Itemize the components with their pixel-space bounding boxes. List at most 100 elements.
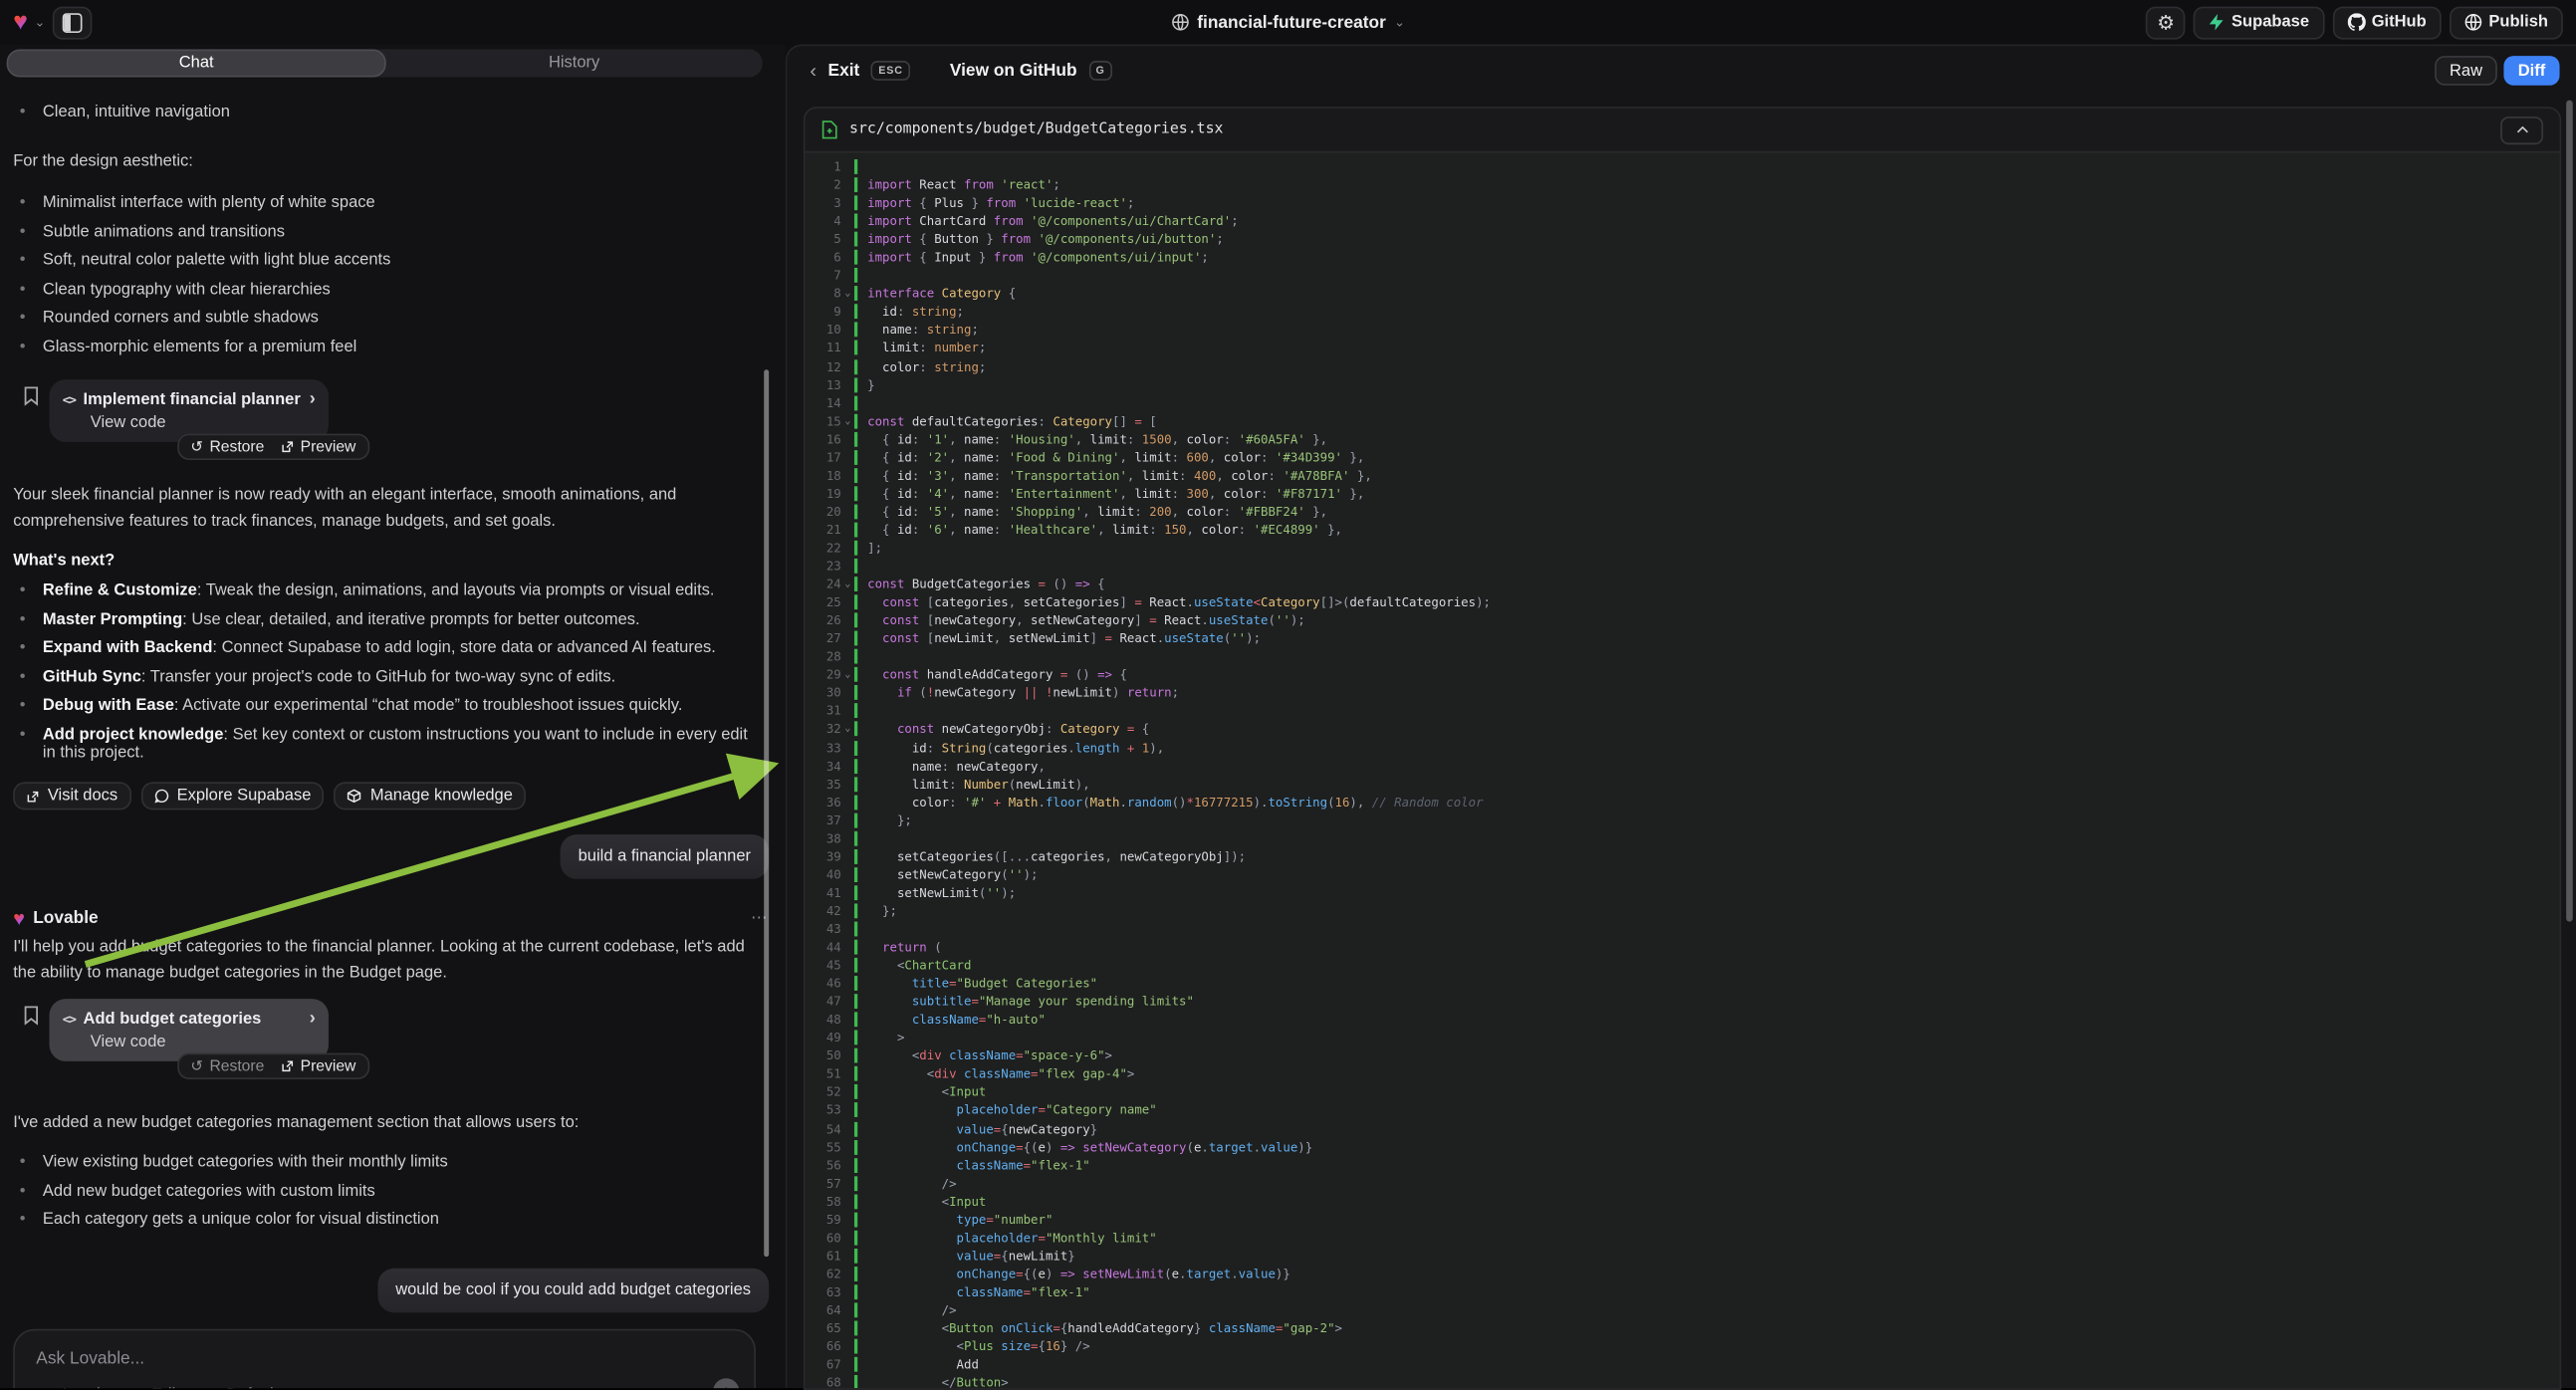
chevron-right-icon: › <box>310 389 316 409</box>
code-line: 9 id: string; <box>805 303 2559 321</box>
g-shortcut-badge: G <box>1088 61 1112 81</box>
code-line: 54 value={newCategory} <box>805 1119 2559 1137</box>
restore-icon: ↺ <box>190 439 202 454</box>
view-code-link[interactable]: View code <box>91 1034 316 1051</box>
code-line: 41 setNewLimit(''); <box>805 883 2559 901</box>
intro-bullet-list: Clean, intuitive navigation <box>13 104 749 132</box>
code-toolbar: ‹ Exit ESC View on GitHub G Raw Diff <box>787 46 2576 95</box>
code-line: 53 placeholder="Category name" <box>805 1101 2559 1119</box>
raw-toggle-button[interactable]: Raw <box>2435 56 2497 86</box>
code-line: 24⌄const BudgetCategories = () => { <box>805 576 2559 593</box>
restore-preview-pill: ↺Restore Preview <box>177 434 368 460</box>
file-header[interactable]: src/components/budget/BudgetCategories.t… <box>805 109 2559 151</box>
code-line: 4import ChartCard from '@/components/ui/… <box>805 212 2559 230</box>
code-line: 21 { id: '6', name: 'Healthcare', limit:… <box>805 521 2559 539</box>
code-line: 61 value={newLimit} <box>805 1247 2559 1265</box>
github-icon <box>2347 13 2365 31</box>
restore-button[interactable]: ↺Restore <box>190 1057 264 1075</box>
code-line: 59 type="number" <box>805 1211 2559 1229</box>
code-line: 49 > <box>805 1029 2559 1046</box>
bookmark-icon[interactable] <box>23 1006 39 1026</box>
code-line: 20 { id: '5', name: 'Shopping', limit: 2… <box>805 503 2559 521</box>
restore-preview-pill: ↺Restore Preview <box>177 1053 368 1079</box>
send-button[interactable]: ↑ <box>713 1378 739 1388</box>
external-link-icon <box>26 790 39 803</box>
code-line: 5import { Button } from '@/components/ui… <box>805 230 2559 248</box>
code-line: 6import { Input } from '@/components/ui/… <box>805 249 2559 267</box>
chat-bubble-icon <box>153 789 168 804</box>
next-step-item: Add project knowledge: Set key context o… <box>13 725 749 761</box>
exit-button[interactable]: Exit <box>828 61 860 81</box>
view-code-link[interactable]: View code <box>91 414 316 432</box>
publish-button[interactable]: Publish <box>2450 6 2563 39</box>
version-card-implement-financial-planner[interactable]: <> Implement financial planner › View co… <box>49 379 328 442</box>
chevron-up-icon <box>2516 126 2528 133</box>
code-scrollbar[interactable] <box>2566 101 2573 922</box>
preview-button[interactable]: Preview <box>281 438 356 456</box>
prompt-composer[interactable]: Ask Lovable... Attach <box>13 1329 756 1388</box>
code-line: 29⌄ const handleAddCategory = () => { <box>805 666 2559 684</box>
package-icon <box>348 789 362 804</box>
view-on-github-button[interactable]: View on GitHub <box>950 61 1077 81</box>
file-added-icon <box>821 119 837 139</box>
code-line: 58 <Input <box>805 1192 2559 1210</box>
code-line: 60 placeholder="Monthly limit" <box>805 1229 2559 1247</box>
list-item: Minimalist interface with plenty of whit… <box>13 194 749 212</box>
back-chevron-icon[interactable]: ‹ <box>810 59 817 82</box>
next-steps-list: Refine & Customize: Tweak the design, an… <box>13 581 749 772</box>
code-line: 1 <box>805 157 2559 175</box>
code-line: 37 }; <box>805 811 2559 829</box>
supabase-button[interactable]: Supabase <box>2194 6 2324 39</box>
list-item: Soft, neutral color palette with light b… <box>13 251 749 269</box>
next-step-item: Debug with Ease: Activate our experiment… <box>13 697 749 715</box>
code-line: 50 <div className="space-y-6"> <box>805 1046 2559 1064</box>
code-editor[interactable]: 1 2import React from 'react';3import { P… <box>805 151 2559 1388</box>
github-button[interactable]: GitHub <box>2332 6 2441 39</box>
app-root: ♥ ⌄ financial-future-creator ⌄ ⚙ Supabas… <box>0 0 2576 1388</box>
file-path: src/components/budget/BudgetCategories.t… <box>849 121 1223 137</box>
tab-chat[interactable]: Chat <box>7 49 386 77</box>
bookmark-icon[interactable] <box>23 386 39 406</box>
code-line: 68 </Button> <box>805 1374 2559 1389</box>
code-line: 51 <div className="flex gap-4"> <box>805 1065 2559 1083</box>
code-line: 10 name: string; <box>805 321 2559 339</box>
settings-button[interactable]: ⚙ <box>2146 6 2186 39</box>
list-item: Clean typography with clear hierarchies <box>13 280 749 298</box>
help-paragraph: I'll help you add budget categories to t… <box>13 935 749 986</box>
code-line: 33 id: String(categories.length + 1), <box>805 739 2559 757</box>
header-right: ⚙ Supabase GitHub Publish <box>2146 0 2563 45</box>
explore-supabase-button[interactable]: Explore Supabase <box>140 782 324 810</box>
code-line: 19 { id: '4', name: 'Entertainment', lim… <box>805 484 2559 502</box>
list-item: Rounded corners and subtle shadows <box>13 309 749 327</box>
code-line: 36 color: '#' + Math.floor(Math.random()… <box>805 793 2559 811</box>
chat-history-tabs: Chat History <box>7 49 763 77</box>
code-line: 27 const [newLimit, setNewLimit] = React… <box>805 629 2559 647</box>
list-item: View existing budget categories with the… <box>13 1153 749 1171</box>
restore-button[interactable]: ↺Restore <box>190 438 264 456</box>
tab-history[interactable]: History <box>386 49 763 77</box>
code-line: 26 const [newCategory, setNewCategory] =… <box>805 611 2559 629</box>
added-bullet-list: View existing budget categories with the… <box>13 1153 749 1240</box>
list-item: Add new budget categories with custom li… <box>13 1182 749 1200</box>
code-line: 45 <ChartCard <box>805 956 2559 974</box>
design-heading: For the design aesthetic: <box>13 149 749 175</box>
code-line: 64 /> <box>805 1301 2559 1319</box>
code-line: 46 title="Budget Categories" <box>805 975 2559 993</box>
chat-scroll-area[interactable]: Clean, intuitive navigation For the desi… <box>0 78 786 1389</box>
code-icon: <> <box>63 1012 76 1027</box>
code-line: 31 <box>805 702 2559 720</box>
chat-scrollbar[interactable] <box>764 369 769 1257</box>
code-line: 47 subtitle="Manage your spending limits… <box>805 993 2559 1011</box>
code-line: 66 <Plus size={16} /> <box>805 1337 2559 1355</box>
version-card-add-budget-categories[interactable]: <> Add budget categories › View code <box>49 999 328 1061</box>
manage-knowledge-button[interactable]: Manage knowledge <box>335 782 527 810</box>
collapse-file-button[interactable] <box>2500 116 2543 143</box>
prompt-input[interactable]: Ask Lovable... <box>36 1349 144 1369</box>
visit-docs-button[interactable]: Visit docs <box>13 782 130 810</box>
assistant-name: Lovable <box>33 908 98 928</box>
assistant-header: ♥ Lovable ⋯ <box>13 908 769 928</box>
code-line: 23 <box>805 557 2559 575</box>
preview-button[interactable]: Preview <box>281 1057 356 1075</box>
diff-toggle-button[interactable]: Diff <box>2503 56 2559 86</box>
globe-icon <box>1171 13 1189 31</box>
